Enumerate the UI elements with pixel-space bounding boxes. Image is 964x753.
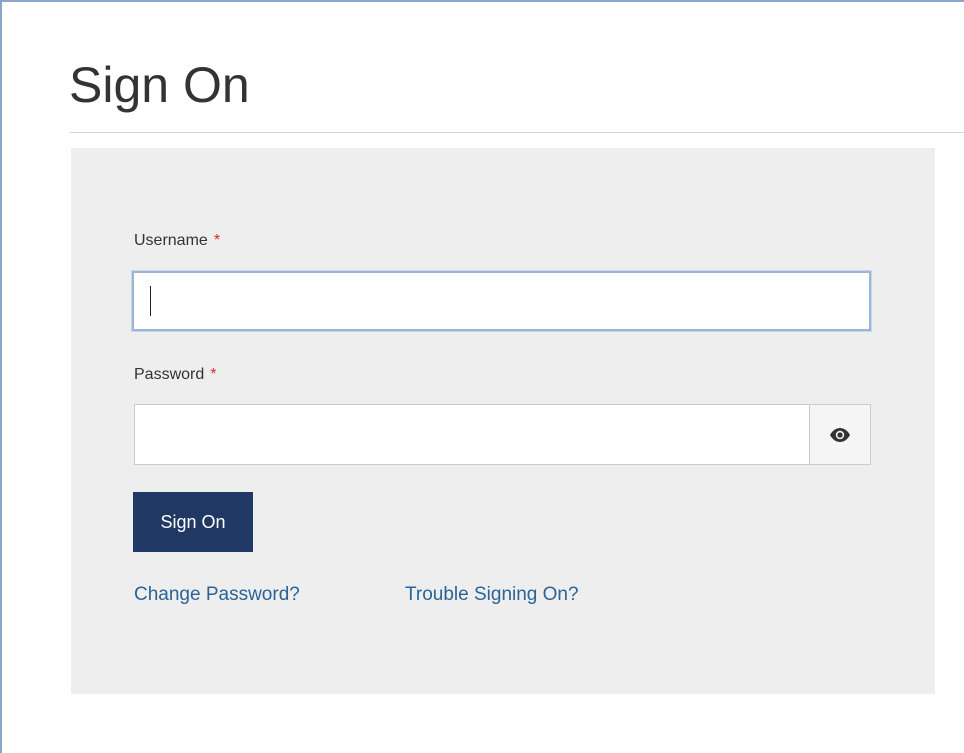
username-label-text: Username (134, 232, 208, 249)
username-input[interactable] (132, 271, 871, 331)
password-field-group (134, 404, 871, 465)
password-input[interactable] (135, 405, 809, 464)
sign-on-button[interactable]: Sign On (133, 492, 253, 552)
text-caret (150, 286, 151, 316)
title-divider (70, 132, 964, 133)
change-password-link[interactable]: Change Password? (134, 584, 300, 606)
show-password-button[interactable] (809, 405, 870, 464)
page-title: Sign On (69, 57, 250, 113)
password-required-marker: * (210, 366, 217, 383)
password-label: Password * (134, 366, 216, 384)
username-label: Username * (134, 232, 220, 250)
username-required-marker: * (213, 232, 221, 249)
password-label-text: Password (134, 366, 205, 383)
eye-icon (830, 427, 850, 442)
trouble-signing-on-link[interactable]: Trouble Signing On? (405, 584, 579, 606)
